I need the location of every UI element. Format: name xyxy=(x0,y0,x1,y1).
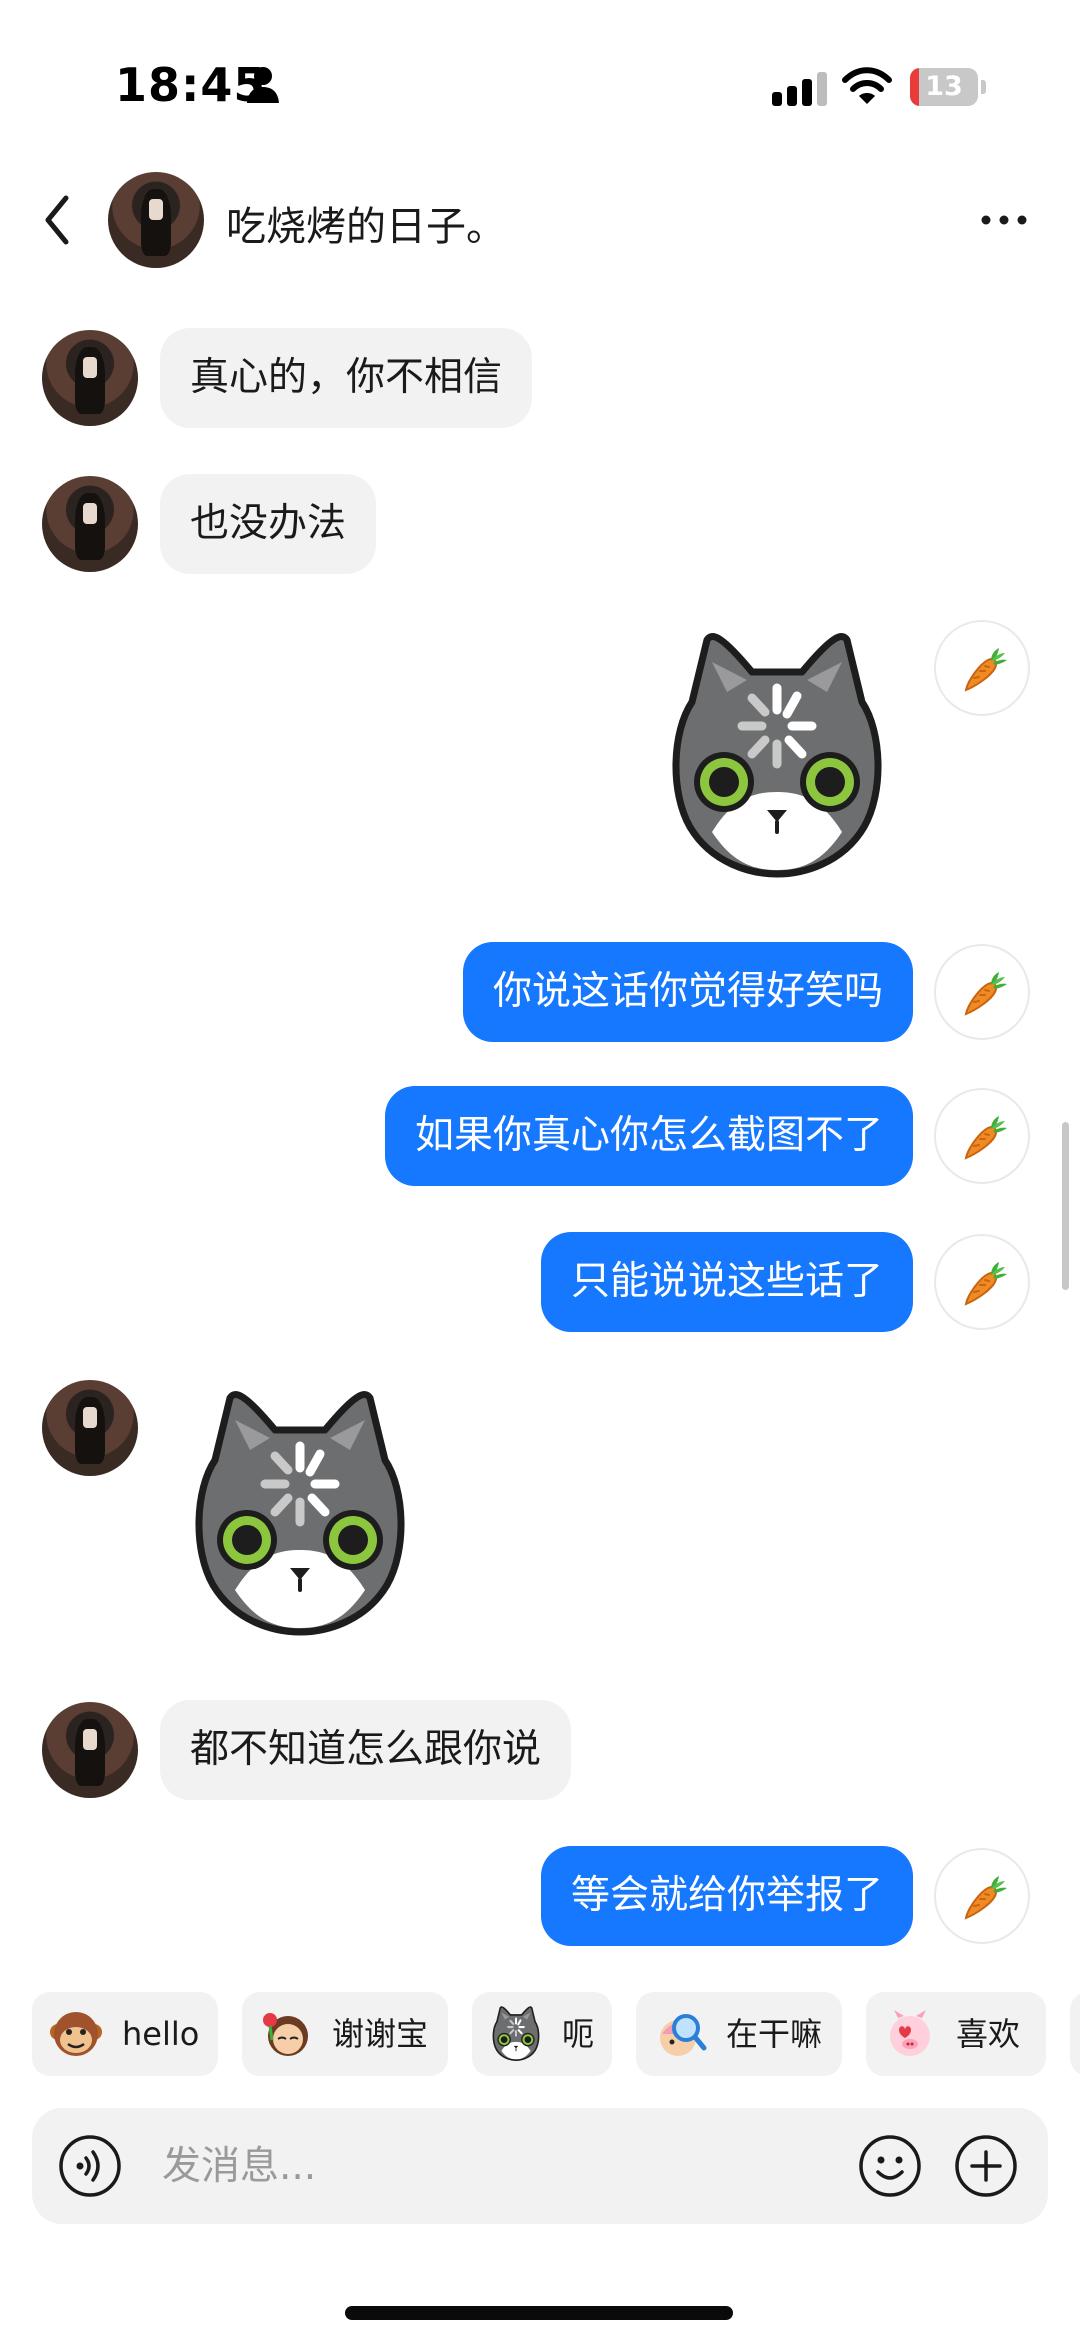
outgoing-message-bubble[interactable]: 你说这话你觉得好笑吗 xyxy=(462,942,913,1042)
carrot-icon xyxy=(958,1258,1010,1310)
voice-input-icon[interactable] xyxy=(58,2134,122,2198)
carrot-icon xyxy=(958,644,1010,696)
quick-reply-label: 谢谢宝 xyxy=(332,2015,429,2053)
quick-reply-chip[interactable]: 喜欢 xyxy=(866,1992,1046,2076)
more-options-icon[interactable] xyxy=(978,204,1030,236)
reaction-button[interactable] xyxy=(934,620,1030,716)
outgoing-message-bubble[interactable]: 如果你真心你怎么截图不了 xyxy=(384,1086,913,1186)
status-bar: 18:45 13 xyxy=(0,0,1080,150)
sender-avatar[interactable] xyxy=(42,1380,138,1476)
status-time: 18:45 xyxy=(115,58,267,112)
outgoing-message-bubble[interactable]: 只能说说这些话了 xyxy=(540,1232,913,1332)
quick-reply-label: hello xyxy=(122,2015,200,2053)
sender-avatar[interactable] xyxy=(42,476,138,572)
carrot-icon xyxy=(958,968,1010,1020)
battery-indicator: 13 xyxy=(910,68,986,106)
magnifier-girl-emoji-icon xyxy=(660,2014,707,2056)
battery-level: 13 xyxy=(925,71,963,102)
sender-avatar[interactable] xyxy=(42,1702,138,1798)
reaction-button[interactable] xyxy=(934,1848,1030,1944)
chat-header: 吃烧烤的日子。 xyxy=(0,160,1080,280)
incoming-message-bubble[interactable]: 也没办法 xyxy=(160,474,377,574)
cellular-signal-icon xyxy=(772,72,827,106)
scrollbar[interactable] xyxy=(1062,1122,1069,1290)
back-arrow-icon[interactable] xyxy=(40,190,74,250)
incoming-message-bubble[interactable]: 真心的，你不相信 xyxy=(160,328,533,428)
quick-reply-chip[interactable]: 谢谢宝 xyxy=(242,1992,448,2076)
home-indicator[interactable] xyxy=(345,2306,733,2320)
add-attachment-icon[interactable] xyxy=(954,2134,1018,2198)
girl-rose-emoji-icon xyxy=(263,2013,308,2056)
cat-emoji-icon xyxy=(488,2006,544,2062)
quick-reply-label: 在干嘛 xyxy=(726,2015,823,2053)
pig-heart-emoji-icon xyxy=(890,2010,930,2056)
quick-reply-chip[interactable]: hello xyxy=(32,1992,218,2076)
quick-reply-chip[interactable]: 呃 xyxy=(472,1992,612,2076)
reaction-button[interactable] xyxy=(934,1088,1030,1184)
cat-loading-sticker[interactable] xyxy=(175,1390,425,1640)
quick-reply-label: 喜欢 xyxy=(956,2015,1021,2053)
quick-reply-bar: hello 谢谢宝 呃 在干嘛 喜欢 xyxy=(0,1990,1080,2080)
person-icon xyxy=(247,67,279,103)
contact-avatar[interactable] xyxy=(108,172,204,268)
message-input[interactable] xyxy=(162,2126,762,2206)
outgoing-message-bubble[interactable]: 等会就给你举报了 xyxy=(540,1846,913,1946)
carrot-icon xyxy=(958,1872,1010,1924)
message-input-bar xyxy=(32,2108,1048,2224)
contact-name[interactable]: 吃烧烤的日子。 xyxy=(226,194,506,252)
monkey-emoji-icon xyxy=(50,2012,102,2056)
carrot-icon xyxy=(958,1112,1010,1164)
emoji-icon[interactable] xyxy=(858,2134,922,2198)
reaction-button[interactable] xyxy=(934,944,1030,1040)
cat-loading-sticker[interactable] xyxy=(652,632,902,882)
reaction-button[interactable] xyxy=(934,1234,1030,1330)
quick-reply-chip[interactable]: 在干嘛 xyxy=(636,1992,842,2076)
quick-reply-label: 呃 xyxy=(562,2015,595,2053)
wifi-icon xyxy=(842,67,892,104)
quick-reply-chip-more[interactable] xyxy=(1070,1992,1080,2076)
sender-avatar[interactable] xyxy=(42,330,138,426)
incoming-message-bubble[interactable]: 都不知道怎么跟你说 xyxy=(160,1700,572,1800)
